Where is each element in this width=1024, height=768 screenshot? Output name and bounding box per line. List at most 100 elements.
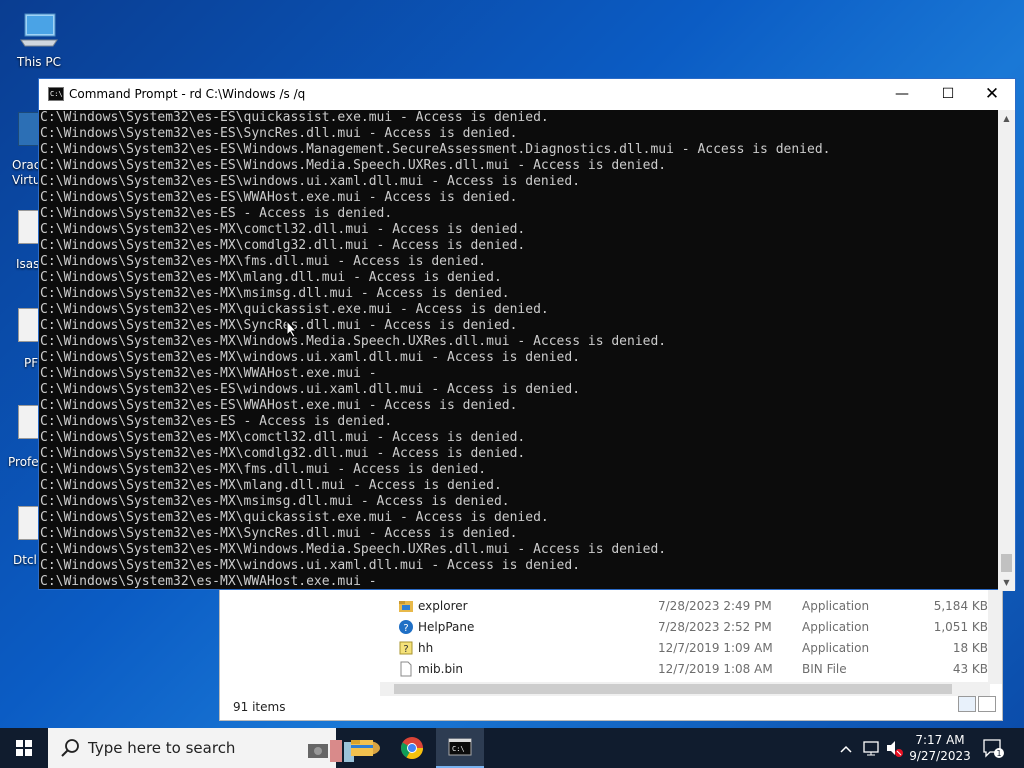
console-line: C:\Windows\System32\es-ES\quickassist.ex… [40,110,549,125]
help-book-icon: ? [399,641,413,655]
file-row-helppane[interactable]: ? HelpPane 7/28/2023 2:52 PM Application… [220,617,990,638]
minimize-button[interactable]: — [879,79,925,110]
volume-muted-icon[interactable] [884,728,904,768]
scrollbar-thumb[interactable] [394,684,952,694]
console-line: C:\Windows\System32\es-MX\Windows.Media.… [40,334,667,349]
file-date: 12/7/2019 1:09 AM [658,641,773,655]
mouse-cursor-icon [286,320,298,338]
clock-time: 7:17 AM [915,733,965,747]
notification-center-icon[interactable]: 1 [982,738,1004,758]
console-line: C:\Windows\System32\es-MX\mlang.dll.mui … [40,478,502,493]
explorer-vertical-scrollbar[interactable] [988,586,1002,684]
console-line: C:\Windows\System32\es-MX\WWAHost.exe.mu… [40,574,377,589]
maximize-button[interactable]: ☐ [925,79,971,110]
console-line: C:\Windows\System32\es-MX\msimsg.dll.mui… [40,494,510,509]
console-line: C:\Windows\System32\es-MX\windows.ui.xam… [40,350,581,365]
file-date: 12/7/2019 1:08 AM [658,662,773,676]
console-line: C:\Windows\System32\es-MX\Windows.Media.… [40,542,667,557]
clock-date: 9/27/2023 [909,749,971,763]
console-output[interactable]: C:\Windows\System32\es-ES\quickassist.ex… [39,110,1000,591]
search-placeholder: Type here to search [88,739,236,757]
folder-app-icon [399,601,413,612]
file-icon [400,661,412,677]
details-view-button[interactable] [958,696,976,712]
file-size: 43 KB [952,662,988,676]
desktop-icon-this-pc[interactable]: This PC [4,10,74,69]
scroll-down-arrow[interactable]: ▼ [998,574,1015,591]
system-clock[interactable]: 7:17 AM 9/27/2023 [905,732,975,764]
scroll-up-arrow[interactable]: ▲ [998,110,1015,127]
desktop-partial-label: Isas [16,257,40,271]
file-row-mib-bin[interactable]: mib.bin 12/7/2019 1:08 AM BIN File 43 KB [220,659,990,680]
file-type: Application [802,641,870,655]
console-line: C:\Windows\System32\es-MX\fms.dll.mui - … [40,254,487,269]
console-line: C:\Windows\System32\es-MX\comctl32.dll.m… [40,222,526,237]
console-line: C:\Windows\System32\es-ES\WWAHost.exe.mu… [40,398,518,413]
item-count: 91 items [233,700,286,714]
show-hidden-icons-chevron-icon[interactable] [838,728,854,768]
console-line: C:\Windows\System32\es-MX\windows.ui.xam… [40,558,581,573]
file-name: hh [418,641,434,655]
file-name: explorer [418,599,468,613]
command-prompt-taskbar-button[interactable]: C:\ [436,728,484,768]
file-date: 7/28/2023 2:52 PM [658,620,772,634]
view-toggle [956,696,996,716]
console-line: C:\Windows\System32\es-ES\windows.ui.xam… [40,174,581,189]
console-line: C:\Windows\System32\es-ES\Windows.Manage… [40,142,831,157]
console-line: C:\Windows\System32\es-ES\SyncRes.dll.mu… [40,126,518,141]
window-title: Command Prompt - rd C:\Windows /s /q [69,87,306,101]
console-line: C:\Windows\System32\es-MX\SyncRes.dll.mu… [40,318,518,333]
desktop-icon-label: This PC [17,55,61,69]
explorer-horizontal-scrollbar[interactable] [380,682,990,696]
network-icon[interactable] [862,728,882,768]
large-icons-view-button[interactable] [978,696,996,712]
chrome-icon[interactable] [388,728,436,768]
svg-text:C:\: C:\ [452,745,465,753]
desktop-partial-label: Virtu [12,173,41,187]
file-size: 5,184 KB [933,599,988,613]
console-line: C:\Windows\System32\es-ES\Windows.Media.… [40,158,667,173]
desktop-partial-label: Dtcl [13,553,37,567]
taskbar: Type here to search C:\ 7:17 AM 9/27/202… [0,728,1024,768]
title-bar[interactable]: C:\ Command Prompt - rd C:\Windows /s /q… [39,79,1015,110]
file-explorer-taskbar-icon[interactable] [338,728,386,768]
file-explorer-window[interactable]: explorer 7/28/2023 2:49 PM Application 5… [219,585,1003,721]
file-type: Application [802,620,870,634]
console-line: C:\Windows\System32\es-MX\WWAHost.exe.mu… [40,366,377,381]
computer-icon [20,13,58,47]
console-line: C:\Windows\System32\es-MX\mlang.dll.mui … [40,270,502,285]
console-line: C:\Windows\System32\es-ES\WWAHost.exe.mu… [40,190,518,205]
file-type: Application [802,599,870,613]
desktop-partial-label: PF [24,356,39,370]
console-line: C:\Windows\System32\es-MX\SyncRes.dll.mu… [40,526,518,541]
console-line: C:\Windows\System32\es-MX\fms.dll.mui - … [40,462,487,477]
command-prompt-window[interactable]: C:\ Command Prompt - rd C:\Windows /s /q… [38,78,1016,591]
file-size: 18 KB [952,641,988,655]
cmd-app-icon: C:\ [48,87,64,101]
file-name: mib.bin [418,662,464,676]
console-line: C:\Windows\System32\es-MX\quickassist.ex… [40,510,549,525]
console-line: C:\Windows\System32\es-MX\msimsg.dll.mui… [40,286,510,301]
console-line: C:\Windows\System32\es-MX\quickassist.ex… [40,302,549,317]
file-size: 1,051 KB [933,620,988,634]
console-scrollbar[interactable]: ▲ ▼ [998,110,1015,591]
console-line: C:\Windows\System32\es-MX\comdlg32.dll.m… [40,446,526,461]
console-line: C:\Windows\System32\es-ES - Access is de… [40,206,393,221]
scrollbar-thumb[interactable] [1001,554,1012,572]
console-line: C:\Windows\System32\es-MX\comctl32.dll.m… [40,430,526,445]
search-icon [61,739,79,757]
svg-text:?: ? [403,623,408,634]
file-name: HelpPane [418,620,475,634]
cmd-icon: C:\ [448,738,472,756]
file-type: BIN File [802,662,847,676]
close-button[interactable]: ✕ [969,79,1015,110]
file-row-hh[interactable]: ? hh 12/7/2019 1:09 AM Application 18 KB [220,638,990,659]
console-line: C:\Windows\System32\es-MX\comdlg32.dll.m… [40,238,526,253]
console-line: C:\Windows\System32\es-ES\windows.ui.xam… [40,382,581,397]
taskbar-search[interactable]: Type here to search [48,728,380,768]
file-row-explorer[interactable]: explorer 7/28/2023 2:49 PM Application 5… [220,596,990,617]
console-line: C:\Windows\System32\es-ES - Access is de… [40,414,393,429]
windows-start-icon[interactable] [0,728,48,768]
notification-count: 1 [996,749,1001,758]
svg-text:?: ? [403,644,408,655]
